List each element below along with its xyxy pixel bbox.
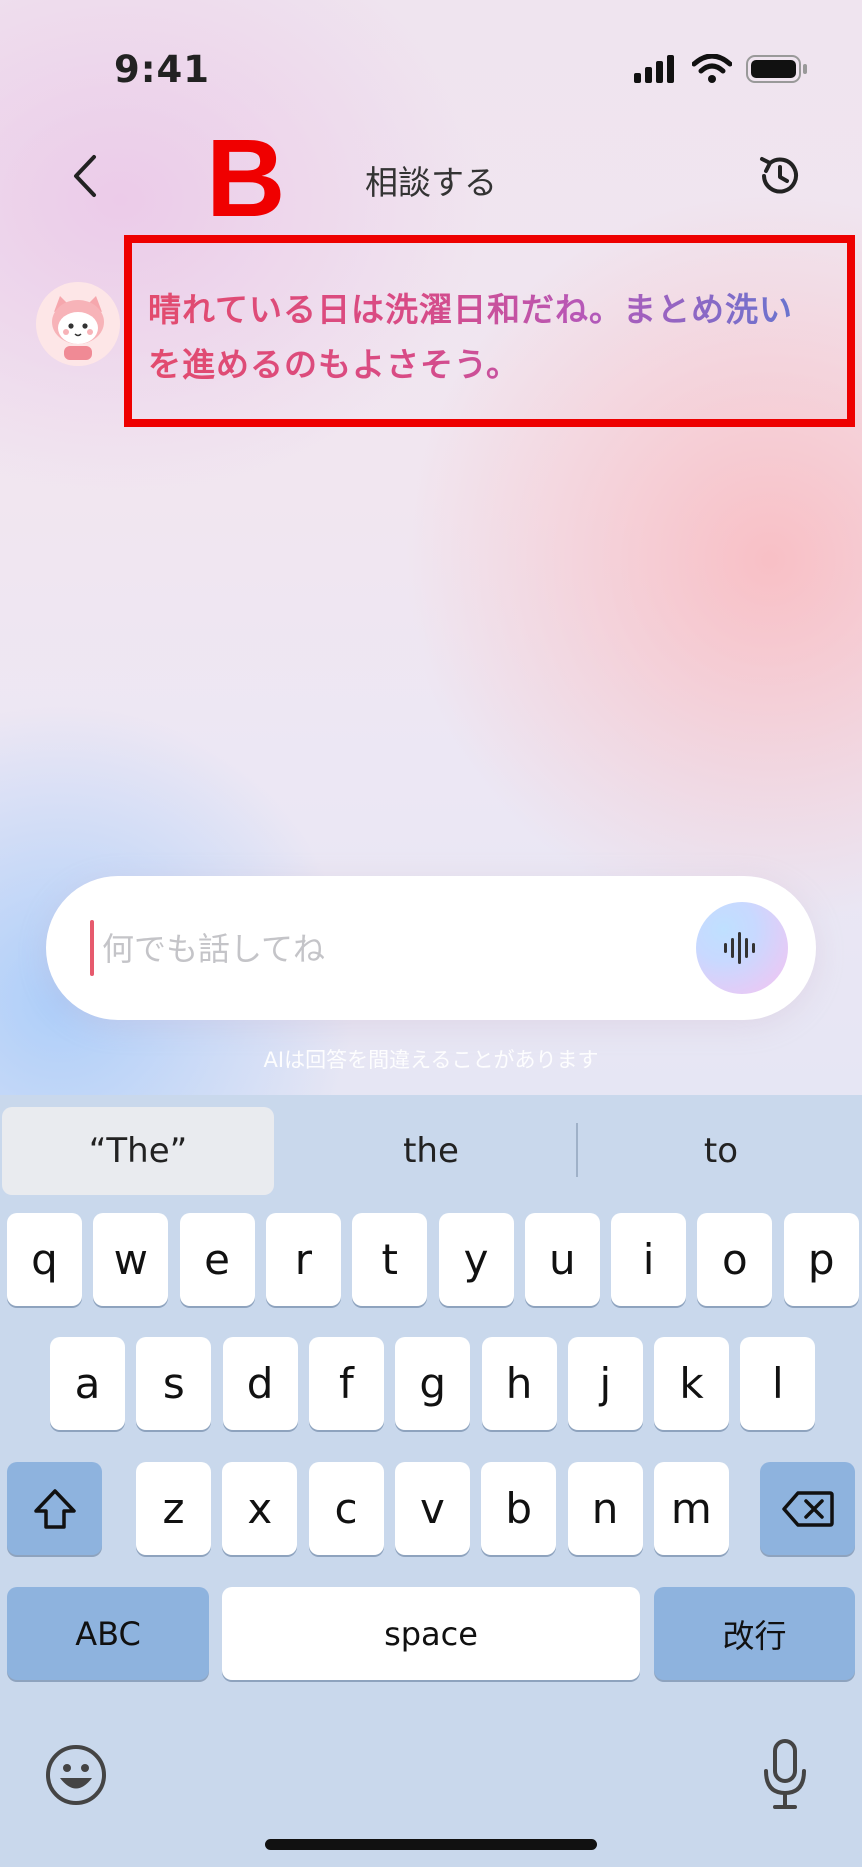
home-indicator — [265, 1839, 597, 1850]
return-key[interactable]: 改行 — [654, 1587, 855, 1680]
key-g[interactable]: g — [395, 1337, 471, 1430]
key-q[interactable]: q — [7, 1213, 82, 1306]
key-v[interactable]: v — [394, 1462, 470, 1555]
key-s[interactable]: s — [136, 1337, 212, 1430]
key-f[interactable]: f — [308, 1337, 384, 1430]
key-k[interactable]: k — [654, 1337, 730, 1430]
voice-wave-icon — [724, 932, 755, 964]
key-o[interactable]: o — [697, 1213, 773, 1306]
status-icons — [634, 53, 808, 88]
emoji-icon — [46, 1745, 106, 1805]
history-icon — [760, 157, 798, 194]
key-b[interactable]: b — [481, 1462, 557, 1555]
voice-input-button[interactable] — [696, 902, 788, 994]
shift-key[interactable] — [7, 1462, 102, 1555]
key-t[interactable]: t — [352, 1213, 428, 1306]
dictation-button[interactable] — [760, 1739, 810, 1811]
battery-icon — [746, 54, 808, 88]
key-p[interactable]: p — [783, 1213, 859, 1306]
space-key[interactable]: space — [222, 1587, 640, 1680]
dictation-mic-icon — [764, 1739, 806, 1809]
abc-key[interactable]: ABC — [7, 1587, 209, 1680]
annotation-label: B — [206, 117, 286, 240]
backspace-key[interactable] — [760, 1462, 855, 1555]
key-w[interactable]: w — [93, 1213, 169, 1306]
key-n[interactable]: n — [567, 1462, 643, 1555]
key-r[interactable]: r — [265, 1213, 341, 1306]
key-u[interactable]: u — [524, 1213, 600, 1306]
status-time: 9:41 — [114, 48, 211, 91]
backspace-icon — [781, 1490, 834, 1527]
key-y[interactable]: y — [438, 1213, 514, 1306]
key-e[interactable]: e — [179, 1213, 255, 1306]
ai-disclaimer: AIは回答を間違えることがあります — [263, 1048, 599, 1072]
emoji-button[interactable] — [44, 1743, 108, 1807]
keyboard: “The” the to qwertyuiop asdfghjkl zxcvbn… — [0, 1095, 862, 1867]
suggestion-2[interactable]: the — [290, 1107, 572, 1195]
key-d[interactable]: d — [222, 1337, 298, 1430]
key-c[interactable]: c — [308, 1462, 384, 1555]
key-l[interactable]: l — [740, 1337, 816, 1430]
input-placeholder: 何でも話してね — [102, 930, 326, 968]
history-button[interactable] — [754, 150, 806, 202]
shift-icon — [33, 1488, 76, 1529]
key-x[interactable]: x — [222, 1462, 298, 1555]
assistant-message: 晴れている日は洗濯日和だね。まとめ洗いを進めるのもよさそう。 — [148, 282, 820, 392]
key-j[interactable]: j — [567, 1337, 643, 1430]
assistant-avatar — [36, 282, 120, 366]
key-i[interactable]: i — [611, 1213, 687, 1306]
wifi-icon — [691, 53, 733, 88]
page-title: 相談する — [365, 163, 497, 202]
signal-icon — [634, 55, 678, 87]
key-z[interactable]: z — [136, 1462, 211, 1555]
key-m[interactable]: m — [653, 1462, 729, 1555]
message-input[interactable]: 何でも話してね — [46, 876, 816, 1020]
suggestion-3[interactable]: to — [582, 1107, 860, 1195]
key-h[interactable]: h — [481, 1337, 557, 1430]
chat-screen: 9:41 相談する B 晴れている日は洗濯日和だね。まとめ洗いを進めるのもよさそ… — [0, 0, 862, 1867]
suggestion-divider — [576, 1123, 578, 1177]
suggestion-1[interactable]: “The” — [2, 1107, 274, 1195]
text-caret — [90, 920, 94, 976]
key-a[interactable]: a — [50, 1337, 125, 1430]
